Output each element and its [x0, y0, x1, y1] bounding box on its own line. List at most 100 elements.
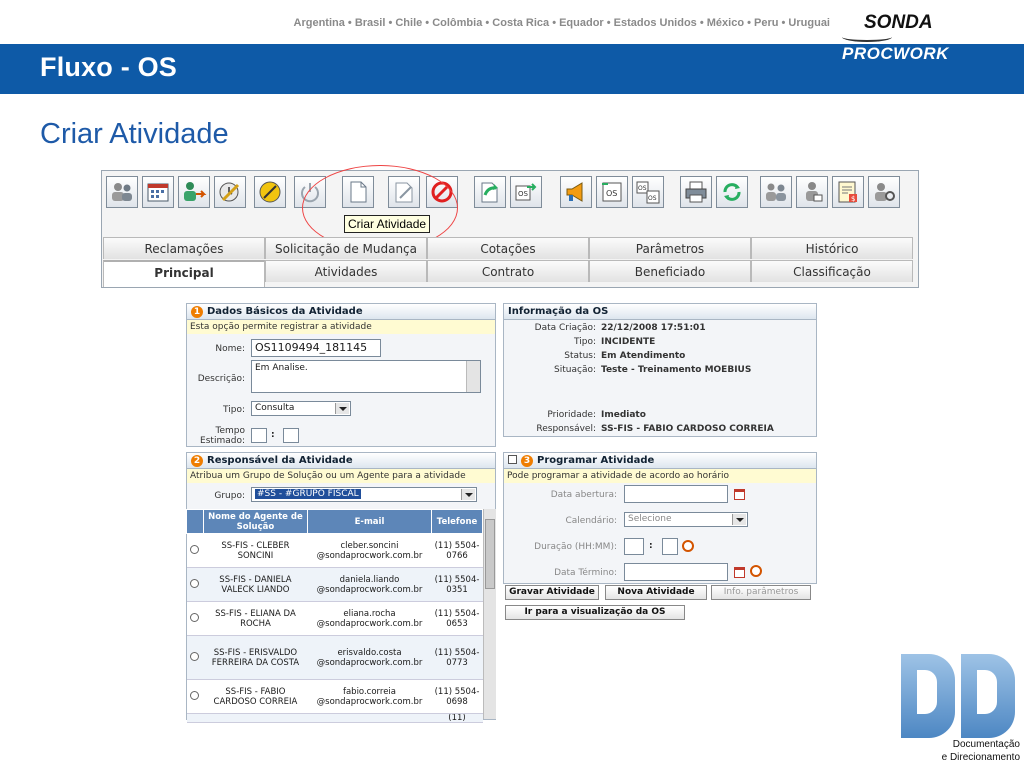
descricao-textarea[interactable]: Em Analise. — [251, 360, 481, 393]
svg-text:OS: OS — [648, 195, 657, 202]
info-parametros-button[interactable]: Info. parâmetros — [711, 585, 811, 600]
info-row-data-criacao: Data Criação: 22/12/2008 17:51:01 — [505, 323, 818, 336]
programar-checkbox[interactable] — [508, 455, 517, 464]
forward-arrow-icon[interactable] — [474, 176, 506, 208]
users-icon[interactable] — [106, 176, 138, 208]
os-doc-icon[interactable]: OS — [596, 176, 628, 208]
info-value: INCIDENTE — [601, 337, 656, 347]
svg-text:OS: OS — [606, 189, 617, 198]
info-key: Tipo: — [574, 337, 596, 347]
tab-solicitacao-mudanca[interactable]: Solicitação de Mudança — [265, 237, 427, 259]
refresh-icon[interactable] — [716, 176, 748, 208]
content-area: 1 Dados Básicos da Atividade Esta opção p… — [183, 300, 827, 723]
nome-input[interactable]: OS1109494_181145 — [251, 339, 381, 357]
info-row-situacao: Situação: Teste - Treinamento MOEBIUS — [505, 365, 818, 378]
transfer-user-icon[interactable] — [178, 176, 210, 208]
os-move-icon[interactable]: OS — [510, 176, 542, 208]
dd-letter-icon — [961, 654, 1015, 738]
tipo-select[interactable]: Consulta — [251, 401, 351, 416]
clock-icon[interactable] — [750, 565, 762, 577]
descricao-scrollbar[interactable] — [466, 361, 480, 392]
abertura-input[interactable] — [624, 485, 728, 503]
dd-logo-caption: Documentação e Direcionamento — [900, 738, 1020, 764]
megaphone-icon[interactable] — [560, 176, 592, 208]
agent-email: eliana.rocha @sondaprocwork.com.br — [307, 601, 432, 636]
step-2-badge: 2 — [191, 455, 203, 467]
tab-contrato[interactable]: Contrato — [427, 260, 589, 282]
table-row[interactable]: SS-FIS - ERISVALDO FERREIRA DA COSTA eri… — [186, 635, 483, 680]
clock-icon[interactable] — [682, 540, 694, 552]
radio-cell — [186, 713, 204, 723]
agent-radio[interactable] — [190, 612, 200, 622]
duracao-hours-input[interactable] — [624, 538, 644, 555]
table-row[interactable]: SS-FIS - ELIANA DA ROCHA eliana.rocha @s… — [186, 601, 483, 636]
tab-principal[interactable]: Principal — [103, 260, 265, 287]
tab-historico[interactable]: Histórico — [751, 237, 913, 259]
info-value: SS-FIS - FABIO CARDOSO CORREIA — [601, 424, 774, 434]
ir-visualizacao-os-button[interactable]: Ir para a visualização da OS — [505, 605, 685, 620]
agent-phone: (11) 5504-0653 — [431, 601, 483, 636]
people-tools-icon[interactable] — [760, 176, 792, 208]
calendario-select[interactable]: Selecione — [624, 512, 748, 527]
tab-cotacoes[interactable]: Cotações — [427, 237, 589, 259]
agent-name: SS-FIS - ERISVALDO FERREIRA DA COSTA — [203, 635, 308, 680]
tooltip-criar-atividade: Criar Atividade — [344, 215, 431, 233]
tempo-minutes-input[interactable] — [283, 428, 299, 443]
agents-table: Nome do Agente de Solução E-mail Telefon… — [186, 509, 483, 723]
panel-dados-basicos-title: Dados Básicos da Atividade — [207, 306, 363, 317]
table-row-partial: (11) — [186, 713, 483, 723]
table-row[interactable]: SS-FIS - FABIO CARDOSO CORREIA fabio.cor… — [186, 679, 483, 714]
agent-radio[interactable] — [190, 651, 200, 661]
grupo-select[interactable]: #SS - #GRUPO FISCAL — [251, 487, 477, 502]
pencil-disc-icon[interactable] — [254, 176, 286, 208]
gravar-atividade-button[interactable]: Gravar Atividade — [505, 585, 599, 600]
agents-scroll-thumb[interactable] — [485, 519, 495, 589]
agent-name: SS-FIS - DANIELA VALECK LIANDO — [203, 567, 308, 602]
agent-phone: (11) 5504-0698 — [431, 679, 483, 714]
clock-edit-icon[interactable] — [214, 176, 246, 208]
panel-programar-title: Programar Atividade — [537, 455, 655, 466]
user-settings-icon[interactable] — [868, 176, 900, 208]
info-value: 22/12/2008 17:51:01 — [601, 323, 706, 333]
info-key: Data Criação: — [534, 323, 596, 333]
svg-text:$: $ — [851, 195, 855, 203]
nova-atividade-button[interactable]: Nova Atividade — [605, 585, 707, 600]
tab-beneficiado[interactable]: Beneficiado — [589, 260, 751, 282]
printer-icon[interactable] — [680, 176, 712, 208]
tab-parametros[interactable]: Parâmetros — [589, 237, 751, 259]
calendar-icon[interactable] — [734, 567, 745, 578]
panel-informacao-os: Informação da OS Data Criação: 22/12/2008… — [503, 303, 817, 437]
os-split-icon[interactable]: OS OS — [632, 176, 664, 208]
info-row-responsavel: Responsável: SS-FIS - FABIO CARDOSO CORRE… — [505, 424, 818, 437]
chevron-down-icon[interactable] — [335, 403, 349, 414]
person-approve-icon[interactable] — [796, 176, 828, 208]
duracao-label: Duração (HH:MM): — [534, 542, 617, 552]
slide-title: Fluxo - OS — [40, 52, 177, 82]
agent-name — [203, 713, 308, 723]
table-row[interactable]: SS-FIS - DANIELA VALECK LIANDO daniela.l… — [186, 567, 483, 602]
tempo-hours-input[interactable] — [251, 428, 267, 443]
tipo-label: Tipo: — [223, 405, 245, 415]
info-value: Teste - Treinamento MOEBIUS — [601, 365, 752, 375]
calendar-icon[interactable] — [734, 489, 745, 500]
agent-phone: (11) 5504-0766 — [431, 533, 483, 568]
chevron-down-icon[interactable] — [732, 514, 746, 525]
radio-cell — [186, 533, 204, 568]
info-key: Situação: — [554, 365, 596, 375]
panel-responsavel-header: 2 Responsável da Atividade — [187, 453, 495, 469]
tab-atividades[interactable]: Atividades — [265, 260, 427, 282]
calendar-icon[interactable] — [142, 176, 174, 208]
chevron-down-icon[interactable] — [461, 489, 475, 500]
invoice-icon[interactable]: $ — [832, 176, 864, 208]
grupo-value: #SS - #GRUPO FISCAL — [255, 489, 361, 499]
termino-input[interactable] — [624, 563, 728, 581]
agent-radio[interactable] — [190, 578, 200, 588]
agent-radio[interactable] — [190, 690, 200, 700]
agents-scrollbar[interactable] — [483, 509, 496, 719]
tab-classificacao[interactable]: Classificação — [751, 260, 913, 282]
table-row[interactable]: SS-FIS - CLEBER SONCINI cleber.soncini @… — [186, 533, 483, 568]
duracao-minutes-input[interactable] — [662, 538, 678, 555]
agent-radio[interactable] — [190, 544, 200, 554]
tipo-value: Consulta — [255, 403, 295, 413]
tab-reclamacoes[interactable]: Reclamações — [103, 237, 265, 259]
